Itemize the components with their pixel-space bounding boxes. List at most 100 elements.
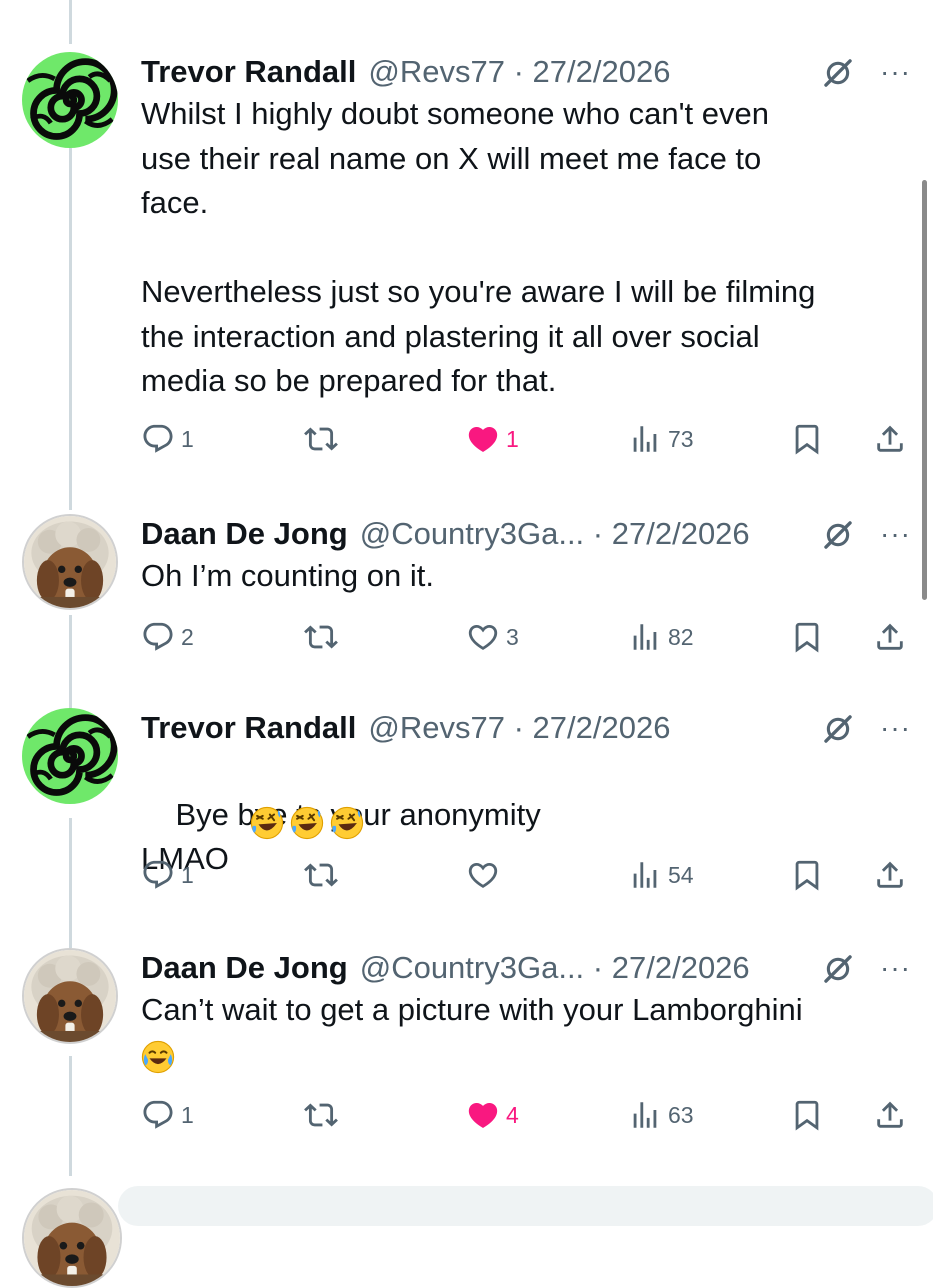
rofl-emoji: [290, 806, 324, 840]
more-options-button[interactable]: ···: [880, 52, 911, 92]
tweet-date: 27/2/2026: [611, 950, 750, 985]
display-name[interactable]: Daan De Jong: [141, 950, 348, 986]
rofl-emoji: [330, 806, 364, 840]
tweet-header: Daan De Jong @Country3Ga... · 27/2/2026: [141, 514, 750, 554]
more-options-button[interactable]: ···: [880, 708, 911, 748]
views-button[interactable]: 54: [628, 858, 694, 892]
handle[interactable]: @Revs77 · 27/2/2026: [368, 54, 670, 90]
views-icon: [628, 1098, 662, 1132]
views-button[interactable]: 73: [628, 422, 694, 456]
heart-icon: [466, 1098, 500, 1132]
repost-button[interactable]: [304, 620, 344, 654]
bookmark-icon: [790, 1098, 824, 1132]
avatar[interactable]: [22, 514, 118, 610]
like-button[interactable]: 3: [466, 620, 519, 654]
like-button[interactable]: 4: [466, 1098, 519, 1132]
grok-icon[interactable]: [821, 56, 855, 90]
like-button[interactable]: [466, 858, 506, 892]
display-name[interactable]: Trevor Randall: [141, 54, 356, 90]
more-options-button[interactable]: ···: [880, 514, 911, 554]
share-icon: [873, 1098, 907, 1132]
share-button[interactable]: [873, 620, 907, 654]
avatar[interactable]: [22, 948, 118, 1044]
bookmark-button[interactable]: [790, 858, 824, 892]
repost-icon: [304, 858, 338, 892]
views-icon: [628, 858, 662, 892]
grok-icon[interactable]: [821, 712, 855, 746]
views-button[interactable]: 63: [628, 1098, 694, 1132]
reply-button[interactable]: 1: [141, 858, 194, 892]
emoji-group: [250, 806, 370, 840]
repost-icon: [304, 1098, 338, 1132]
share-icon: [873, 620, 907, 654]
bookmark-icon: [790, 620, 824, 654]
reply-icon: [141, 1098, 175, 1132]
share-icon: [873, 858, 907, 892]
reply-count: 1: [181, 1101, 194, 1128]
bookmark-icon: [790, 858, 824, 892]
grok-icon[interactable]: [821, 518, 855, 552]
like-count: 1: [506, 425, 519, 452]
more-options-button[interactable]: ···: [880, 948, 911, 988]
reply-button[interactable]: 1: [141, 422, 194, 456]
tweet-actions: 1 54: [0, 858, 933, 902]
grok-icon[interactable]: [821, 952, 855, 986]
emoji-group: [141, 1040, 181, 1074]
handle[interactable]: @Country3Ga... · 27/2/2026: [360, 516, 750, 552]
tweet-header: Daan De Jong @Country3Ga... · 27/2/2026: [141, 948, 750, 988]
view-count: 63: [668, 1101, 694, 1128]
reply-icon: [141, 422, 175, 456]
reply-input[interactable]: [118, 1186, 933, 1226]
tweet-date: 27/2/2026: [532, 710, 671, 745]
reply-button[interactable]: 1: [141, 1098, 194, 1132]
reply-count: 1: [181, 425, 194, 452]
avatar[interactable]: [22, 708, 118, 804]
reply-icon: [141, 858, 175, 892]
handle[interactable]: @Revs77 · 27/2/2026: [368, 710, 670, 746]
bookmark-button[interactable]: [790, 422, 824, 456]
heart-icon: [466, 422, 500, 456]
tweet-header: Trevor Randall @Revs77 · 27/2/2026: [141, 52, 670, 92]
views-icon: [628, 422, 662, 456]
views-button[interactable]: 82: [628, 620, 694, 654]
tweet-actions: 1 4 63: [0, 1098, 933, 1142]
bookmark-icon: [790, 422, 824, 456]
rofl-emoji: [250, 806, 284, 840]
tweet-date: 27/2/2026: [532, 54, 671, 89]
avatar[interactable]: [22, 52, 118, 148]
view-count: 54: [668, 861, 694, 888]
tweet-date: 27/2/2026: [611, 516, 750, 551]
repost-button[interactable]: [304, 422, 344, 456]
display-name[interactable]: Daan De Jong: [141, 516, 348, 552]
repost-button[interactable]: [304, 1098, 344, 1132]
share-button[interactable]: [873, 1098, 907, 1132]
scrollbar[interactable]: [922, 180, 927, 600]
reply-count: 1: [181, 861, 194, 888]
repost-icon: [304, 620, 338, 654]
composer-avatar[interactable]: [22, 1188, 122, 1288]
tweet-text: Whilst I highly doubt someone who can't …: [141, 96, 816, 398]
tweet-actions: 2 3 82: [0, 620, 933, 664]
repost-button[interactable]: [304, 858, 344, 892]
like-count: 4: [506, 1101, 519, 1128]
tweet-header: Trevor Randall @Revs77 · 27/2/2026: [141, 708, 670, 748]
reply-icon: [141, 620, 175, 654]
like-button[interactable]: 1: [466, 422, 519, 456]
view-count: 82: [668, 623, 694, 650]
heart-icon: [466, 858, 500, 892]
display-name[interactable]: Trevor Randall: [141, 710, 356, 746]
share-button[interactable]: [873, 422, 907, 456]
share-button[interactable]: [873, 858, 907, 892]
views-icon: [628, 620, 662, 654]
like-count: 3: [506, 623, 519, 650]
reply-button[interactable]: 2: [141, 620, 194, 654]
thread-line: [69, 0, 72, 44]
joy-emoji: [141, 1040, 175, 1074]
handle[interactable]: @Country3Ga... · 27/2/2026: [360, 950, 750, 986]
tweet-text: Can’t wait to get a picture with your La…: [141, 992, 803, 1027]
heart-icon: [466, 620, 500, 654]
bookmark-button[interactable]: [790, 620, 824, 654]
reply-count: 2: [181, 623, 194, 650]
bookmark-button[interactable]: [790, 1098, 824, 1132]
view-count: 73: [668, 425, 694, 452]
